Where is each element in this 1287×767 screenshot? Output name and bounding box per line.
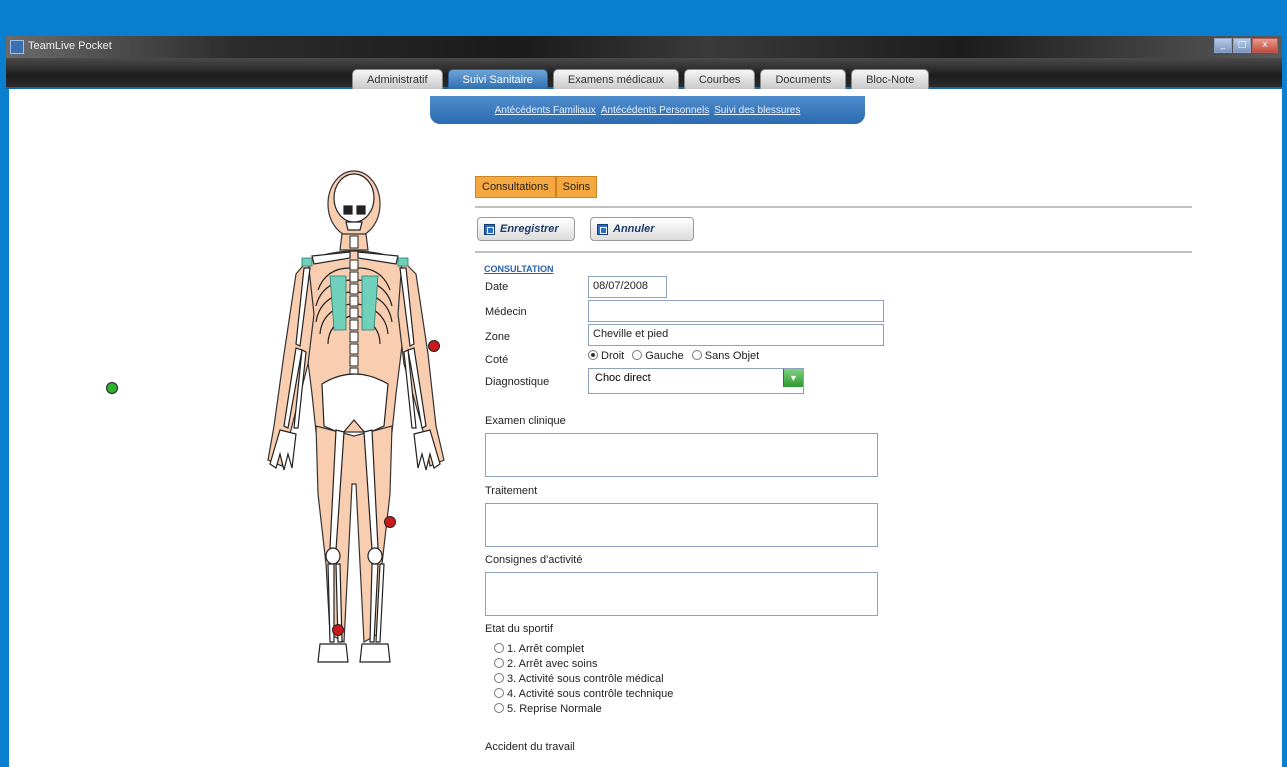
etat-option-label: 4. Activité sous contrôle technique: [507, 688, 674, 700]
tab-suivi-sanitaire[interactable]: Suivi Sanitaire: [447, 69, 548, 89]
section-title[interactable]: CONSULTATION: [484, 264, 554, 274]
consultation-subtabs: Consultations Soins: [475, 176, 598, 198]
link-suivi-des-blessures[interactable]: Suivi des blessures: [714, 105, 800, 116]
subtab-soins[interactable]: Soins: [555, 176, 598, 198]
etat-radio[interactable]: [494, 688, 504, 698]
etat-option[interactable]: 2. Arrêt avec soins: [494, 657, 673, 672]
save-button[interactable]: Enregistrer: [477, 217, 575, 241]
etat-radio[interactable]: [494, 673, 504, 683]
injury-marker-ankle[interactable]: [332, 624, 344, 636]
etat-radio[interactable]: [494, 658, 504, 668]
tab-administratif[interactable]: Administratif: [352, 69, 443, 89]
desktop: TeamLive Pocket _ □ x Administratif Suiv…: [0, 0, 1287, 767]
tab-courbes[interactable]: Courbes: [683, 69, 756, 89]
status-marker[interactable]: [106, 382, 118, 394]
subtab-consultations[interactable]: Consultations: [475, 176, 556, 198]
app-window: TeamLive Pocket _ □ x Administratif Suiv…: [6, 36, 1282, 767]
divider: [475, 251, 1192, 253]
chevron-down-icon[interactable]: ▼: [783, 369, 803, 387]
date-field[interactable]: 08/07/2008: [588, 276, 667, 298]
injury-marker-knee[interactable]: [384, 516, 396, 528]
injury-marker-elbow[interactable]: [428, 340, 440, 352]
tab-documents[interactable]: Documents: [760, 69, 847, 89]
save-icon: [484, 223, 495, 235]
etat-radio-group: 1. Arrêt complet 2. Arrêt avec soins 3. …: [494, 642, 673, 717]
zone-field[interactable]: Cheville et pied: [588, 324, 884, 346]
date-label: Date: [485, 281, 509, 293]
etat-label: Etat du sportif: [485, 623, 553, 635]
examen-textarea[interactable]: [485, 433, 878, 477]
radio-sans-objet-control[interactable]: [691, 350, 702, 360]
left-border: [6, 89, 9, 767]
radio-droit-label: Droit: [601, 350, 625, 362]
etat-radio[interactable]: [494, 643, 504, 653]
diagnostique-select[interactable]: Choc direct ▼: [588, 368, 804, 394]
consignes-textarea[interactable]: [485, 572, 878, 616]
divider: [475, 206, 1192, 208]
etat-option-label: 3. Activité sous contrôle médical: [507, 673, 664, 685]
cancel-button-label: Annuler: [613, 223, 655, 235]
etat-option-label: 2. Arrêt avec soins: [507, 658, 598, 670]
etat-option-label: 1. Arrêt complet: [507, 643, 585, 655]
medecin-field[interactable]: [588, 300, 884, 322]
minimize-button[interactable]: _: [1214, 38, 1232, 53]
close-button[interactable]: x: [1252, 38, 1278, 53]
examen-label: Examen clinique: [485, 415, 566, 427]
cote-label: Coté: [485, 354, 509, 366]
etat-option[interactable]: 5. Reprise Normale: [494, 702, 673, 717]
radio-sans-objet-label: Sans Objet: [704, 350, 760, 362]
sub-navigation: Antécédents Familiaux Antécédents Person…: [430, 96, 865, 124]
cancel-button[interactable]: Annuler: [590, 217, 694, 241]
save-button-label: Enregistrer: [500, 223, 559, 235]
medecin-label: Médecin: [485, 306, 527, 318]
tab-list: Administratif Suivi Sanitaire Examens mé…: [352, 69, 930, 89]
window-controls: _ □ x: [1214, 38, 1278, 54]
link-antecedents-personnels[interactable]: Antécédents Personnels: [601, 105, 709, 116]
traitement-textarea[interactable]: [485, 503, 878, 547]
cancel-icon: [597, 223, 608, 235]
traitement-label: Traitement: [485, 485, 538, 497]
accident-label: Accident du travail: [485, 741, 575, 753]
app-icon: [10, 40, 24, 54]
body-skeleton-diagram[interactable]: [256, 164, 456, 664]
radio-gauche[interactable]: Gauche: [632, 350, 684, 362]
etat-option[interactable]: 3. Activité sous contrôle médical: [494, 672, 673, 687]
etat-radio[interactable]: [494, 703, 504, 713]
radio-gauche-control[interactable]: [632, 350, 643, 360]
radio-sans-objet[interactable]: Sans Objet: [691, 350, 760, 362]
diagnostique-label: Diagnostique: [485, 376, 550, 388]
window-title: TeamLive Pocket: [28, 40, 112, 52]
etat-option-label: 5. Reprise Normale: [507, 703, 602, 715]
tab-examens-medicaux[interactable]: Examens médicaux: [552, 69, 679, 89]
maximize-button[interactable]: □: [1233, 38, 1251, 53]
tab-bloc-note[interactable]: Bloc-Note: [851, 69, 930, 89]
radio-gauche-label: Gauche: [645, 350, 684, 362]
cote-radio-group: Droit Gauche Sans Objet: [588, 350, 759, 362]
zone-label: Zone: [485, 331, 511, 343]
link-antecedents-familiaux[interactable]: Antécédents Familiaux: [495, 105, 596, 116]
title-bar: TeamLive Pocket _ □ x: [6, 36, 1282, 58]
etat-option[interactable]: 1. Arrêt complet: [494, 642, 673, 657]
etat-option[interactable]: 4. Activité sous contrôle technique: [494, 687, 673, 702]
radio-droit[interactable]: Droit: [588, 350, 624, 362]
radio-droit-control[interactable]: [588, 350, 598, 360]
main-tab-bar: Administratif Suivi Sanitaire Examens mé…: [6, 58, 1282, 89]
consignes-label: Consignes d'activité: [485, 554, 583, 566]
diagnostique-value: Choc direct: [595, 372, 651, 384]
